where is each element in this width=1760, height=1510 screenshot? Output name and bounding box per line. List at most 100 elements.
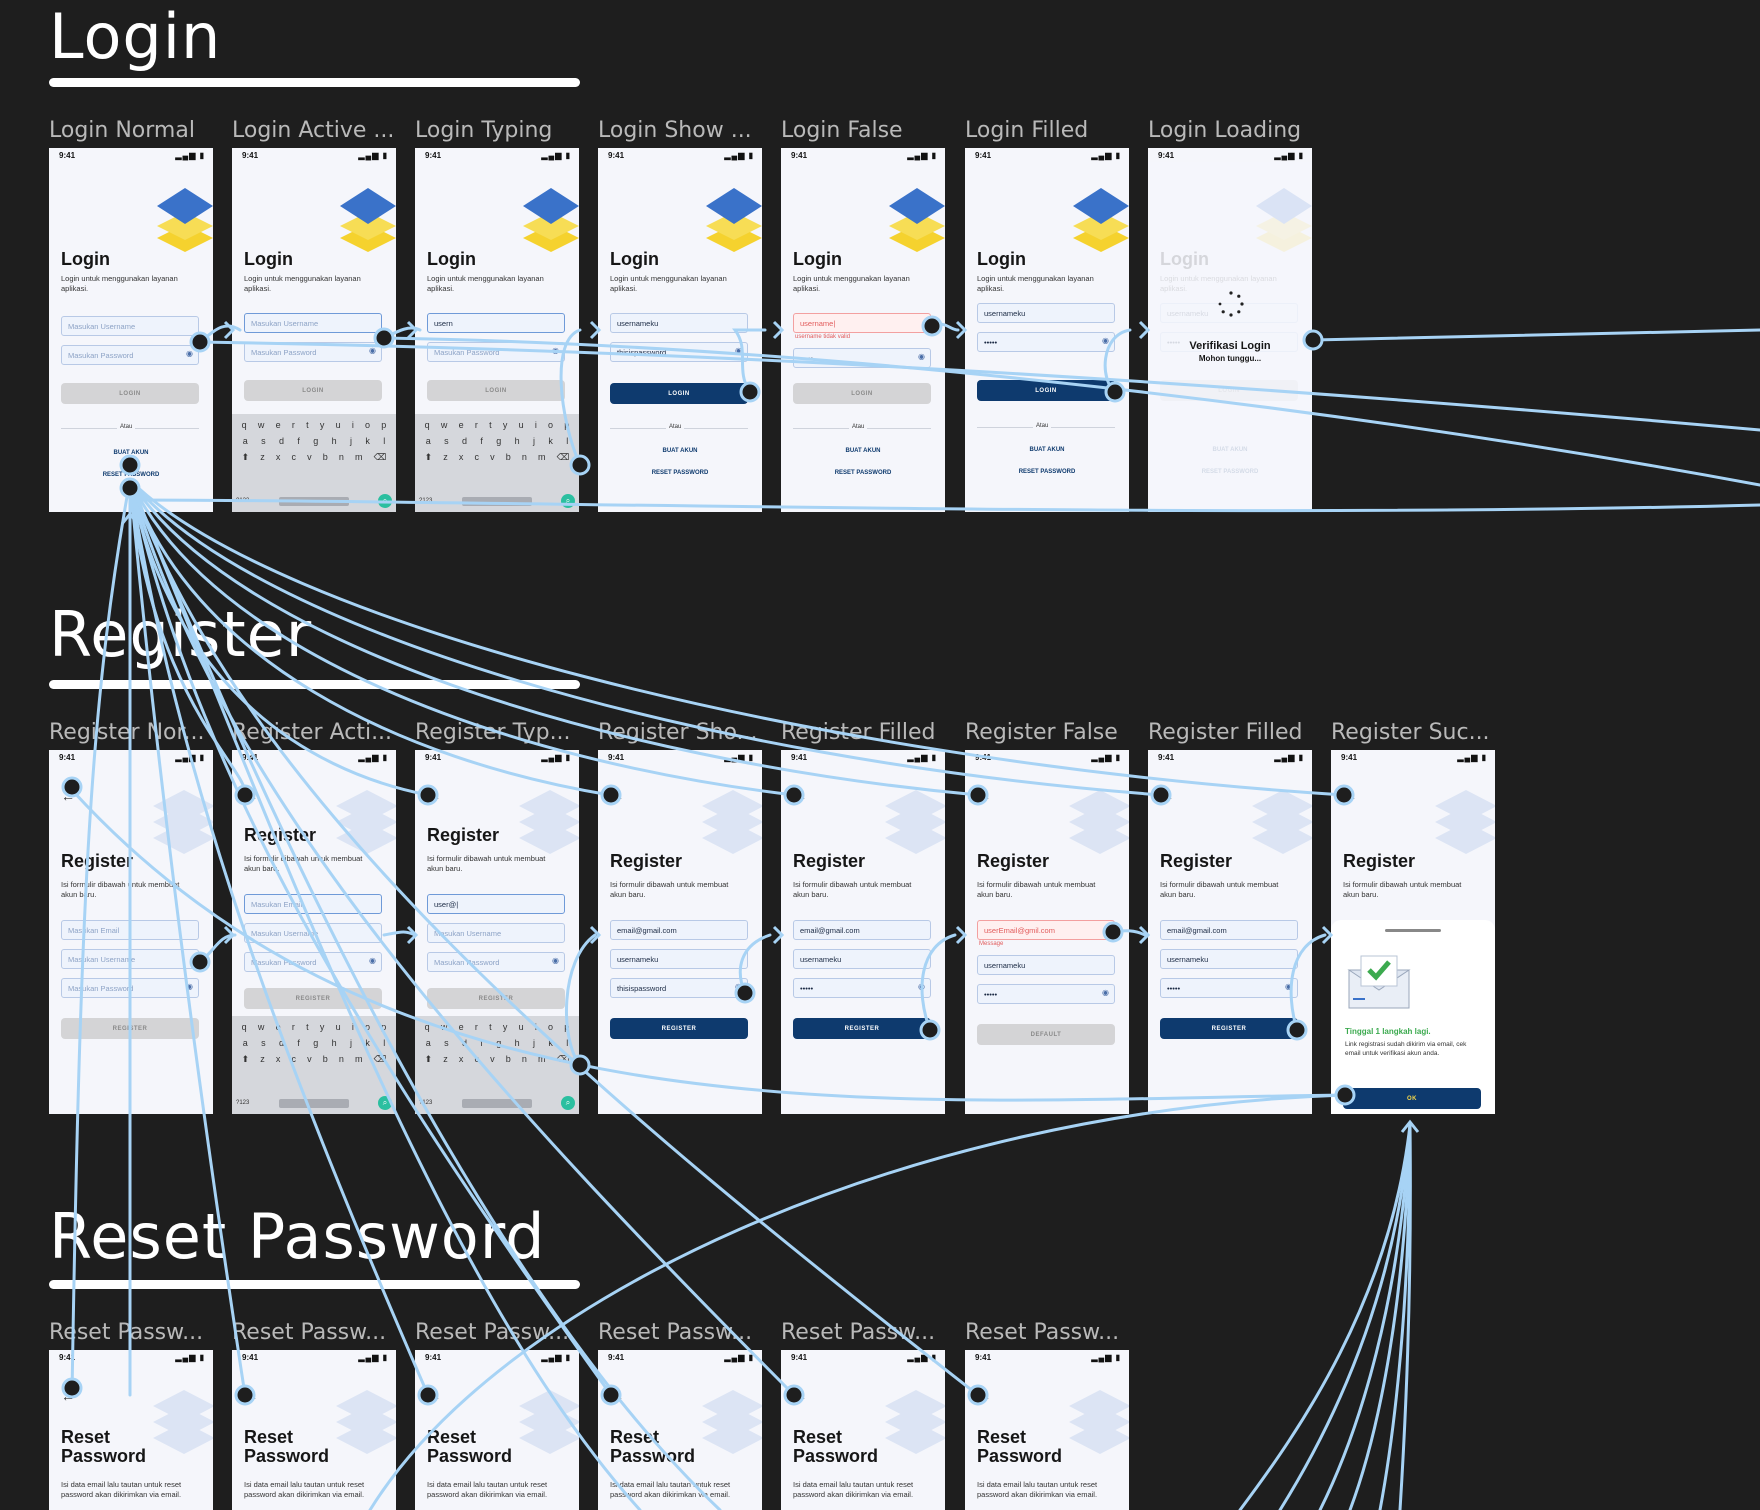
email-field-error[interactable]: userEmail@gmil.com [977, 920, 1115, 940]
key[interactable]: l [383, 436, 385, 446]
key[interactable]: t [489, 1022, 492, 1032]
key[interactable]: b [323, 1054, 328, 1065]
key[interactable]: v [490, 1054, 495, 1065]
phone-frame-login-show[interactable]: 9:41 ▂▄▆ ▮ Login Login untuk menggunakan … [598, 148, 762, 512]
username-field[interactable]: Masukan Username [427, 923, 565, 943]
key[interactable]: e [459, 420, 464, 430]
frame-label[interactable]: Reset Passw... [781, 1320, 935, 1345]
shift-icon[interactable]: ⬆ [425, 452, 433, 463]
phone-frame-register-active[interactable]: 9:41 ▂▄▆ ▮ ← Register Isi formulir dibawa… [232, 750, 396, 1114]
register-button[interactable]: REGISTER [793, 1018, 931, 1039]
password-field[interactable]: ••••• ◉ [977, 984, 1115, 1004]
frame-label[interactable]: Login Active ... [232, 118, 394, 143]
num-key[interactable]: ?123 [419, 498, 432, 504]
phone-frame-register-false[interactable]: 9:41 ▂▄▆ ▮ ← Register Isi formulir dibawa… [965, 750, 1129, 1114]
key[interactable]: o [365, 1022, 370, 1032]
phone-frame-register-filled-2[interactable]: 9:41 ▂▄▆ ▮ ← Register Isi formulir dibawa… [1148, 750, 1312, 1114]
key[interactable]: t [489, 420, 492, 430]
frame-label[interactable]: Reset Passw... [598, 1320, 752, 1345]
key[interactable]: g [496, 436, 501, 446]
phone-frame-register-show[interactable]: 9:41 ▂▄▆ ▮ ← Register Isi formulir dibawa… [598, 750, 762, 1114]
key[interactable]: d [279, 1038, 284, 1048]
phone-frame-reset-6[interactable]: 9:41 ▂▄▆ ▮ ← Reset Password Isi data emai… [965, 1350, 1129, 1510]
login-button[interactable]: LOGIN [244, 380, 382, 401]
back-arrow-icon[interactable]: ← [61, 1388, 75, 1404]
key[interactable]: n [522, 1054, 527, 1065]
back-arrow-icon[interactable]: ← [244, 1388, 258, 1404]
password-field[interactable]: Masukan Password ◉ [61, 345, 199, 365]
eye-icon[interactable]: ◉ [186, 349, 193, 358]
key[interactable]: s [444, 1038, 449, 1048]
key[interactable]: y [503, 420, 508, 430]
phone-frame-register-normal[interactable]: 9:41 ▂▄▆ ▮ ← Register Isi formulir dibawa… [49, 750, 213, 1114]
key[interactable]: e [276, 420, 281, 430]
space-key[interactable] [461, 496, 532, 506]
create-account-link[interactable]: BUAT AKUN [965, 447, 1129, 453]
key[interactable]: a [243, 436, 248, 446]
key[interactable]: w [441, 420, 448, 430]
key[interactable]: p [381, 1022, 386, 1032]
eye-icon[interactable]: ◉ [186, 982, 193, 991]
eye-icon[interactable]: ◉ [735, 982, 742, 991]
key[interactable]: x [459, 452, 464, 463]
key[interactable]: h [332, 1038, 337, 1048]
key[interactable]: u [336, 420, 341, 430]
key[interactable]: v [307, 1054, 312, 1065]
reset-password-link[interactable]: RESET PASSWORD [781, 470, 945, 476]
frame-label[interactable]: Reset Passw... [49, 1320, 203, 1345]
back-arrow-icon[interactable]: ← [610, 1388, 624, 1404]
username-field[interactable]: Masukan Username [61, 316, 199, 336]
login-button[interactable]: LOGIN [427, 380, 565, 401]
search-icon[interactable]: ⌕ [377, 1096, 392, 1110]
frame-label[interactable]: Login Typing [415, 118, 552, 143]
username-field[interactable]: usernameku [610, 949, 748, 969]
username-field[interactable]: usernameku [610, 313, 748, 333]
reset-password-link[interactable]: RESET PASSWORD [965, 469, 1129, 475]
eye-icon[interactable]: ◉ [918, 982, 925, 991]
username-field[interactable]: usernameku [977, 303, 1115, 323]
shift-icon[interactable]: ⬆ [425, 1054, 433, 1065]
num-key[interactable]: ?123 [236, 498, 249, 504]
key[interactable]: f [297, 1038, 300, 1048]
key[interactable]: k [548, 1038, 553, 1048]
back-arrow-icon[interactable]: ← [977, 1388, 991, 1404]
space-key[interactable] [278, 1098, 349, 1108]
email-field[interactable]: email@gmail.com [793, 920, 931, 940]
password-field[interactable]: ••••• ◉ [1160, 978, 1298, 998]
key[interactable]: d [462, 436, 467, 446]
email-field[interactable]: email@gmail.com [1160, 920, 1298, 940]
phone-frame-register-filled[interactable]: 9:41 ▂▄▆ ▮ ← Register Isi formulir dibawa… [781, 750, 945, 1114]
key[interactable]: z [443, 1054, 448, 1065]
key[interactable]: s [261, 1038, 266, 1048]
ok-button[interactable]: OK [1343, 1088, 1481, 1109]
key[interactable]: c [474, 452, 479, 463]
key[interactable]: h [332, 436, 337, 446]
key[interactable]: b [506, 1054, 511, 1065]
key[interactable]: u [336, 1022, 341, 1032]
backspace-icon[interactable]: ⌫ [557, 1054, 570, 1065]
password-field[interactable]: ••••• ◉ [977, 332, 1115, 352]
key[interactable]: b [323, 452, 328, 463]
search-icon[interactable]: ⌕ [560, 494, 575, 508]
key[interactable]: i [352, 420, 354, 430]
eye-icon[interactable]: ◉ [552, 346, 559, 355]
reset-password-link[interactable]: RESET PASSWORD [598, 470, 762, 476]
key[interactable]: p [381, 420, 386, 430]
key[interactable]: r [292, 420, 295, 430]
email-field[interactable]: email@gmail.com [610, 920, 748, 940]
search-icon[interactable]: ⌕ [560, 1096, 575, 1110]
key[interactable]: p [564, 1022, 569, 1032]
key[interactable]: y [320, 420, 325, 430]
frame-label[interactable]: Register Filled [1148, 720, 1302, 745]
username-field[interactable]: usernameku [793, 949, 931, 969]
phone-frame-register-typing[interactable]: 9:41 ▂▄▆ ▮ ← Register Isi formulir dibawa… [415, 750, 579, 1114]
username-field[interactable]: usernameku [977, 955, 1115, 975]
keyboard[interactable]: q w e r t y u i o p a s d f g h j k l ⬆ z x c v b n m ⌫ ?123 ⌕ [415, 414, 579, 512]
space-key[interactable] [461, 1098, 532, 1108]
frame-label[interactable]: Register Nor... [49, 720, 205, 745]
frame-label[interactable]: Register Filled [781, 720, 935, 745]
keyboard[interactable]: q w e r t y u i o p a s d f g h j k l ⬆ z x c v b n m ⌫ ?123 ⌕ [232, 1016, 396, 1114]
create-account-link[interactable]: BUAT AKUN [49, 450, 213, 456]
key[interactable]: u [519, 1022, 524, 1032]
phone-frame-login-normal[interactable]: 9:41 ▂▄▆ ▮ Login Login untuk menggunakan … [49, 148, 213, 512]
